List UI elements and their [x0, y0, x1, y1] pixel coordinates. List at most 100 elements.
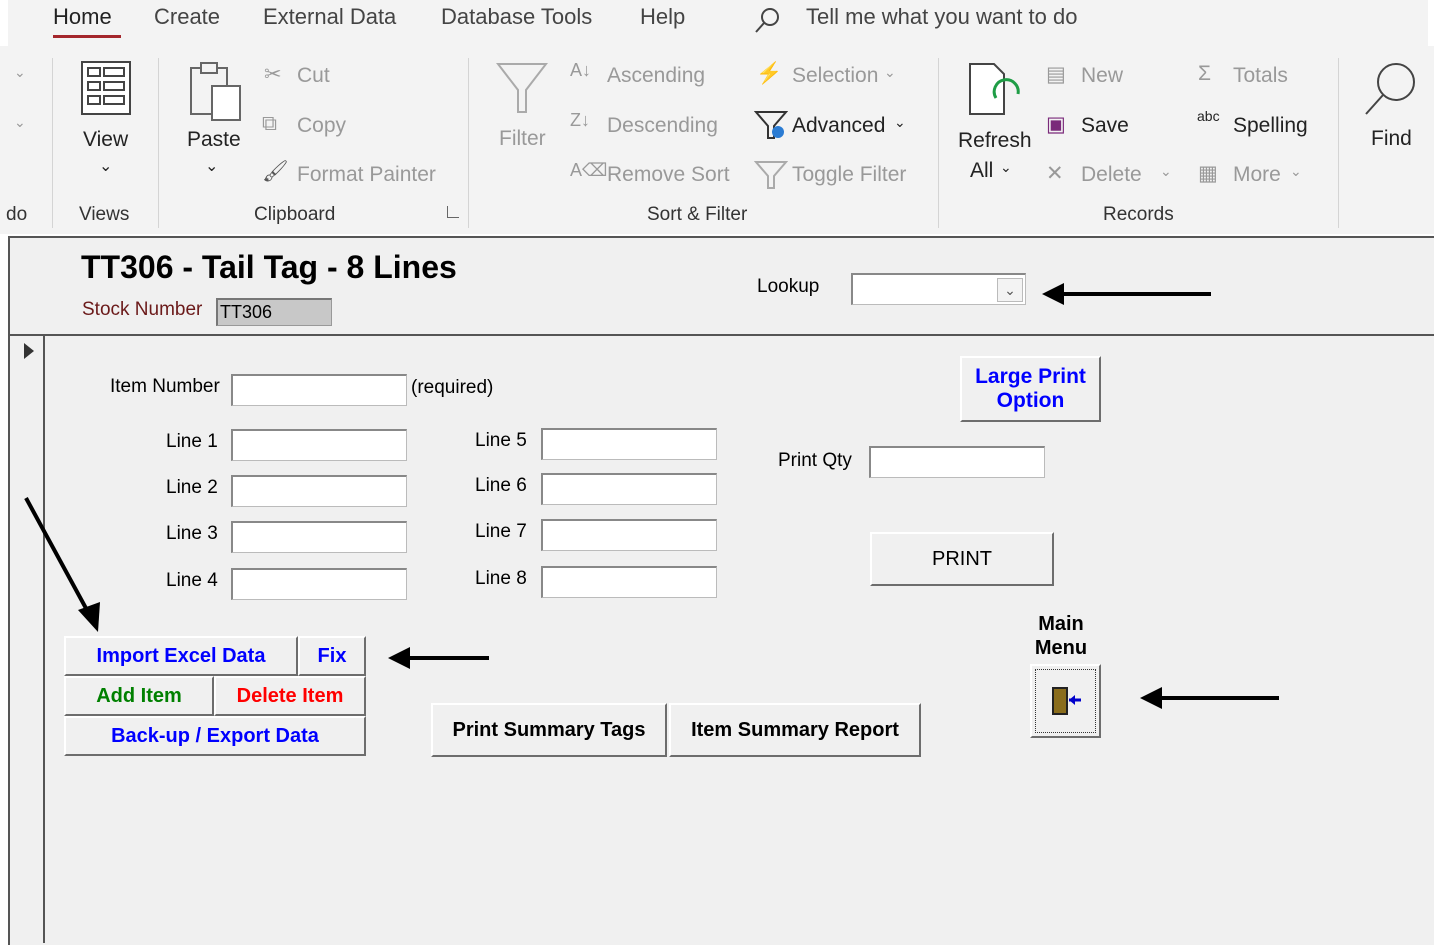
print-button[interactable]: PRINT: [870, 532, 1054, 586]
chevron-down-icon[interactable]: ⌄: [884, 64, 896, 81]
annotation-arrow: [388, 647, 489, 669]
line-2-input[interactable]: [231, 475, 407, 507]
chevron-down-icon[interactable]: ⌄: [1000, 159, 1012, 176]
delete-button[interactable]: Delete: [1081, 163, 1142, 187]
lookup-combo[interactable]: ⌄: [851, 273, 1026, 305]
refresh-all-sublabel[interactable]: All: [970, 159, 993, 183]
filter-icon[interactable]: [496, 60, 548, 116]
copy-button[interactable]: Copy: [297, 114, 346, 138]
line-6-input[interactable]: [541, 473, 717, 505]
lookup-label: Lookup: [757, 276, 820, 297]
chevron-down-icon[interactable]: ⌄: [997, 278, 1023, 302]
print-qty-input[interactable]: [869, 446, 1045, 478]
required-note: (required): [411, 377, 494, 398]
delete-item-button[interactable]: Delete Item: [214, 676, 366, 716]
record-selector[interactable]: [10, 336, 45, 943]
line-2-label: Line 2: [166, 477, 218, 498]
selection-filter-icon: ⚡: [756, 62, 783, 85]
stock-number-label: Stock Number: [82, 299, 203, 320]
advanced-filter-icon: [754, 111, 788, 139]
tab-external-data[interactable]: External Data: [263, 4, 396, 30]
sort-descending-icon: Z↓: [570, 110, 590, 130]
import-excel-data-button[interactable]: Import Excel Data: [64, 636, 298, 676]
line-3-label: Line 3: [166, 523, 218, 544]
descending-button[interactable]: Descending: [607, 114, 718, 138]
stock-number-field: TT306: [216, 298, 332, 326]
add-item-button[interactable]: Add Item: [64, 676, 214, 716]
line-7-input[interactable]: [541, 519, 717, 551]
group-separator: [158, 58, 159, 228]
save-button[interactable]: Save: [1081, 114, 1129, 138]
refresh-icon[interactable]: [966, 60, 1024, 122]
print-summary-tags-button[interactable]: Print Summary Tags: [431, 703, 667, 757]
more-button[interactable]: More: [1233, 163, 1281, 187]
dialog-launcher-icon[interactable]: [447, 206, 459, 218]
find-button[interactable]: Find: [1371, 127, 1412, 151]
tab-home[interactable]: Home: [53, 4, 112, 30]
spelling-button[interactable]: Spelling: [1233, 114, 1308, 138]
copy-icon: ⧉: [262, 112, 277, 135]
line-4-label: Line 4: [166, 570, 218, 591]
toggle-filter-button[interactable]: Toggle Filter: [792, 163, 906, 187]
item-number-input[interactable]: [231, 374, 407, 406]
form-header-divider: [10, 334, 1434, 336]
refresh-all-button[interactable]: Refresh: [958, 129, 1032, 153]
totals-button[interactable]: Totals: [1233, 64, 1288, 88]
main-menu-button[interactable]: [1030, 664, 1101, 738]
records-group-label: Records: [1103, 204, 1174, 225]
chevron-down-icon[interactable]: ⌄: [1290, 163, 1302, 180]
tab-create[interactable]: Create: [154, 4, 220, 30]
active-tab-indicator: [53, 35, 121, 38]
line-5-input[interactable]: [541, 428, 717, 460]
chevron-down-icon[interactable]: ⌄: [894, 114, 906, 131]
page-title: TT306 - Tail Tag - 8 Lines: [81, 249, 457, 285]
line-8-input[interactable]: [541, 566, 717, 598]
format-painter-button[interactable]: Format Painter: [297, 163, 436, 187]
line-3-input[interactable]: [231, 521, 407, 553]
tab-help[interactable]: Help: [640, 4, 685, 30]
line-1-label: Line 1: [166, 431, 218, 452]
delete-icon: ✕: [1046, 162, 1064, 185]
advanced-button[interactable]: Advanced: [792, 114, 885, 138]
backup-export-data-button[interactable]: Back-up / Export Data: [64, 716, 366, 756]
chevron-down-icon[interactable]: ⌄: [1160, 163, 1172, 180]
partial-group-label: do: [6, 204, 28, 225]
annotation-arrow: [1042, 283, 1211, 305]
large-print-option-button[interactable]: Large Print Option: [960, 356, 1101, 422]
find-icon[interactable]: [1362, 58, 1422, 122]
paste-icon[interactable]: [188, 60, 242, 122]
cut-button[interactable]: Cut: [297, 64, 330, 88]
chevron-down-icon[interactable]: ⌄: [14, 114, 26, 131]
views-group-label: Views: [79, 204, 130, 225]
line-7-label: Line 7: [475, 521, 527, 542]
annotation-arrow: [24, 497, 100, 632]
chevron-down-icon[interactable]: ⌄: [99, 156, 112, 176]
view-icon[interactable]: [80, 60, 132, 116]
paste-button[interactable]: Paste: [187, 128, 241, 152]
new-button[interactable]: New: [1081, 64, 1123, 88]
remove-sort-button[interactable]: Remove Sort: [607, 163, 730, 187]
item-summary-report-button[interactable]: Item Summary Report: [669, 703, 921, 757]
line-4-input[interactable]: [231, 568, 407, 600]
chevron-down-icon[interactable]: ⌄: [14, 64, 26, 81]
line-5-label: Line 5: [475, 430, 527, 451]
line-6-label: Line 6: [475, 475, 527, 496]
exit-door-icon: [1051, 687, 1081, 715]
search-icon[interactable]: [754, 6, 782, 34]
fix-button[interactable]: Fix: [298, 636, 366, 676]
line-1-input[interactable]: [231, 429, 407, 461]
line-8-label: Line 8: [475, 568, 527, 589]
tell-me-search[interactable]: Tell me what you want to do: [806, 4, 1077, 30]
selection-button[interactable]: Selection: [792, 64, 878, 88]
tab-database-tools[interactable]: Database Tools: [441, 4, 592, 30]
chevron-down-icon[interactable]: ⌄: [205, 156, 218, 176]
clipboard-group-label: Clipboard: [254, 204, 336, 225]
remove-sort-icon: A⌫: [570, 160, 608, 180]
new-record-icon: ▤: [1046, 63, 1066, 86]
group-separator: [52, 58, 53, 228]
ascending-button[interactable]: Ascending: [607, 64, 705, 88]
menu-bar: [8, 0, 1428, 46]
toggle-filter-icon: [754, 161, 788, 189]
view-button[interactable]: View: [83, 128, 128, 152]
filter-button[interactable]: Filter: [499, 127, 546, 151]
